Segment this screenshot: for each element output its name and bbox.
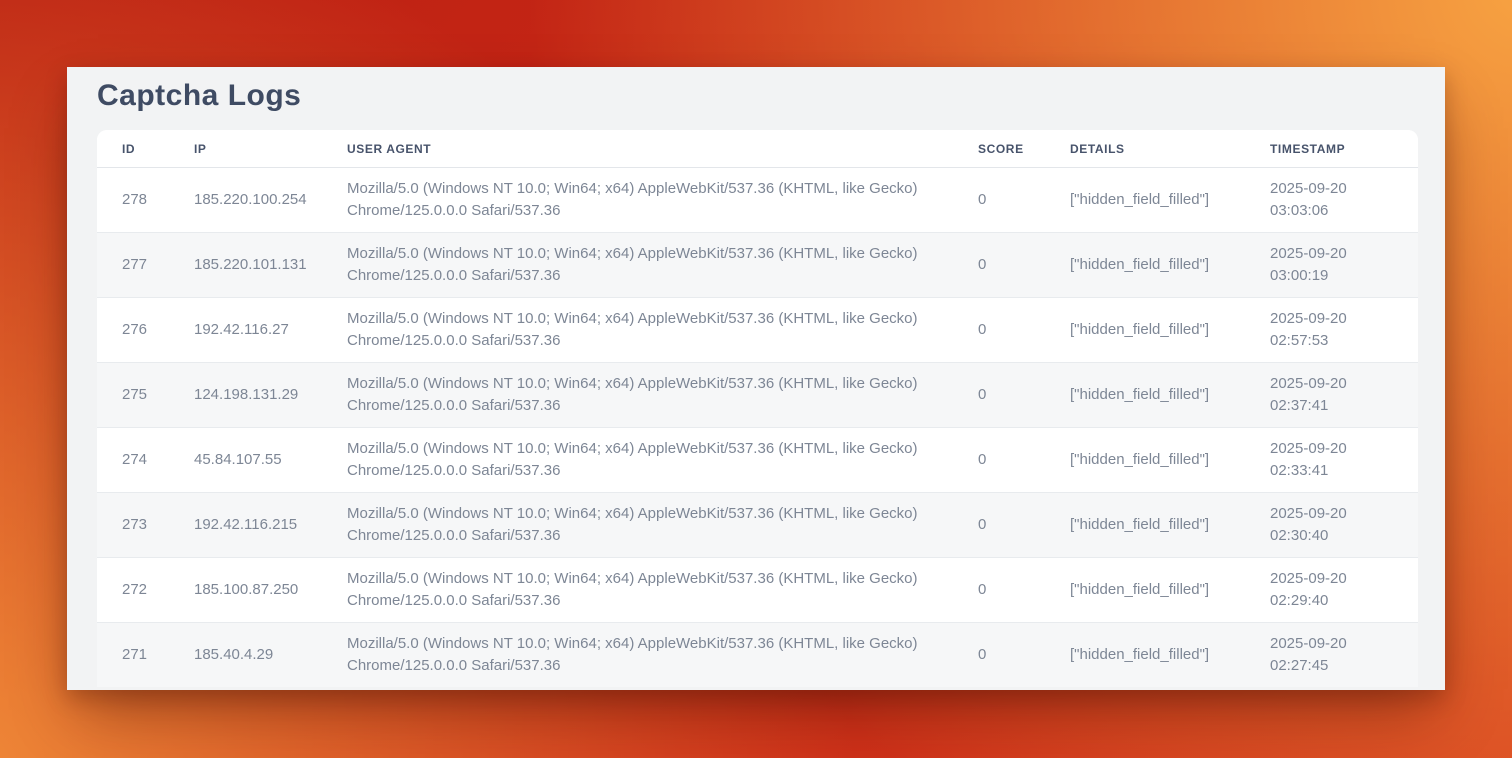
logs-table-body: 278 185.220.100.254 Mozilla/5.0 (Windows… <box>97 168 1418 688</box>
cell-user-agent: Mozilla/5.0 (Windows NT 10.0; Win64; x64… <box>322 233 953 298</box>
cell-timestamp: 2025-09-20 03:00:19 <box>1245 233 1418 298</box>
cell-ip: 185.220.100.254 <box>169 168 322 233</box>
cell-ip: 124.198.131.29 <box>169 363 322 428</box>
cell-score: 0 <box>953 493 1045 558</box>
captcha-logs-card: Captcha Logs ID IP USER AGENT SCORE DETA… <box>67 67 1445 690</box>
cell-timestamp: 2025-09-20 02:57:53 <box>1245 298 1418 363</box>
logs-table: ID IP USER AGENT SCORE DETAILS TIMESTAMP… <box>97 130 1418 687</box>
cell-id: 271 <box>97 623 169 688</box>
cell-timestamp: 2025-09-20 02:27:45 <box>1245 623 1418 688</box>
cell-id: 276 <box>97 298 169 363</box>
logs-table-container: ID IP USER AGENT SCORE DETAILS TIMESTAMP… <box>97 130 1418 687</box>
cell-timestamp: 2025-09-20 02:33:41 <box>1245 428 1418 493</box>
cell-user-agent: Mozilla/5.0 (Windows NT 10.0; Win64; x64… <box>322 168 953 233</box>
cell-score: 0 <box>953 233 1045 298</box>
cell-timestamp: 2025-09-20 02:30:40 <box>1245 493 1418 558</box>
column-header-score: SCORE <box>953 130 1045 168</box>
column-header-details: DETAILS <box>1045 130 1245 168</box>
column-header-user-agent: USER AGENT <box>322 130 953 168</box>
table-header-row: ID IP USER AGENT SCORE DETAILS TIMESTAMP <box>97 130 1418 168</box>
table-row: 278 185.220.100.254 Mozilla/5.0 (Windows… <box>97 168 1418 233</box>
cell-details: ["hidden_field_filled"] <box>1045 168 1245 233</box>
cell-id: 278 <box>97 168 169 233</box>
table-row: 274 45.84.107.55 Mozilla/5.0 (Windows NT… <box>97 428 1418 493</box>
cell-score: 0 <box>953 623 1045 688</box>
cell-id: 274 <box>97 428 169 493</box>
cell-user-agent: Mozilla/5.0 (Windows NT 10.0; Win64; x64… <box>322 298 953 363</box>
cell-id: 272 <box>97 558 169 623</box>
cell-score: 0 <box>953 558 1045 623</box>
column-header-ip: IP <box>169 130 322 168</box>
cell-score: 0 <box>953 363 1045 428</box>
page-title: Captcha Logs <box>67 67 1445 111</box>
cell-details: ["hidden_field_filled"] <box>1045 558 1245 623</box>
table-row: 277 185.220.101.131 Mozilla/5.0 (Windows… <box>97 233 1418 298</box>
cell-ip: 185.100.87.250 <box>169 558 322 623</box>
cell-ip: 185.220.101.131 <box>169 233 322 298</box>
cell-timestamp: 2025-09-20 02:29:40 <box>1245 558 1418 623</box>
gradient-background: { "page": { "title": "Captcha Logs" }, "… <box>0 0 1512 758</box>
cell-details: ["hidden_field_filled"] <box>1045 363 1245 428</box>
cell-ip: 185.40.4.29 <box>169 623 322 688</box>
cell-ip: 45.84.107.55 <box>169 428 322 493</box>
cell-id: 273 <box>97 493 169 558</box>
cell-ip: 192.42.116.27 <box>169 298 322 363</box>
table-row: 276 192.42.116.27 Mozilla/5.0 (Windows N… <box>97 298 1418 363</box>
table-row: 272 185.100.87.250 Mozilla/5.0 (Windows … <box>97 558 1418 623</box>
cell-id: 275 <box>97 363 169 428</box>
cell-timestamp: 2025-09-20 03:03:06 <box>1245 168 1418 233</box>
table-row: 273 192.42.116.215 Mozilla/5.0 (Windows … <box>97 493 1418 558</box>
cell-details: ["hidden_field_filled"] <box>1045 623 1245 688</box>
cell-details: ["hidden_field_filled"] <box>1045 428 1245 493</box>
cell-user-agent: Mozilla/5.0 (Windows NT 10.0; Win64; x64… <box>322 363 953 428</box>
cell-id: 277 <box>97 233 169 298</box>
cell-user-agent: Mozilla/5.0 (Windows NT 10.0; Win64; x64… <box>322 428 953 493</box>
cell-score: 0 <box>953 428 1045 493</box>
cell-details: ["hidden_field_filled"] <box>1045 298 1245 363</box>
cell-user-agent: Mozilla/5.0 (Windows NT 10.0; Win64; x64… <box>322 493 953 558</box>
cell-details: ["hidden_field_filled"] <box>1045 493 1245 558</box>
column-header-id: ID <box>97 130 169 168</box>
cell-score: 0 <box>953 168 1045 233</box>
cell-user-agent: Mozilla/5.0 (Windows NT 10.0; Win64; x64… <box>322 558 953 623</box>
column-header-timestamp: TIMESTAMP <box>1245 130 1418 168</box>
cell-timestamp: 2025-09-20 02:37:41 <box>1245 363 1418 428</box>
table-row: 271 185.40.4.29 Mozilla/5.0 (Windows NT … <box>97 623 1418 688</box>
table-row: 275 124.198.131.29 Mozilla/5.0 (Windows … <box>97 363 1418 428</box>
cell-score: 0 <box>953 298 1045 363</box>
cell-details: ["hidden_field_filled"] <box>1045 233 1245 298</box>
cell-user-agent: Mozilla/5.0 (Windows NT 10.0; Win64; x64… <box>322 623 953 688</box>
cell-ip: 192.42.116.215 <box>169 493 322 558</box>
